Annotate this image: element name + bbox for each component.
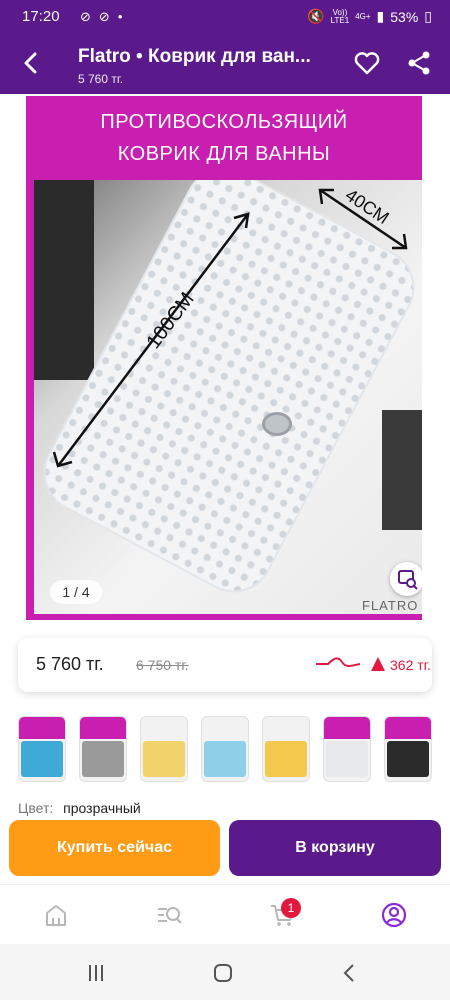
- mobile-data-indicator: 4G+: [355, 11, 371, 21]
- heart-icon[interactable]: [352, 48, 382, 78]
- back-arrow-icon[interactable]: [16, 48, 46, 78]
- price-up-triangle-icon: [371, 657, 385, 671]
- old-price: 6 750 тг.: [136, 657, 189, 673]
- color-selector: Цвет: прозрачный: [18, 800, 141, 816]
- product-title: Flatro • Коврик для ван...: [78, 46, 311, 67]
- signal-icon: ▮: [376, 8, 385, 24]
- status-time: 17:20: [22, 8, 60, 25]
- thumbnail-item[interactable]: [323, 716, 371, 782]
- status-right: 🔇 Vo)) LTE1 4G+ ▮ 53% ▯: [307, 8, 432, 25]
- battery-level: 53%: [390, 8, 419, 25]
- bottom-tab-bar: [0, 884, 450, 944]
- price-card[interactable]: 5 760 тг. 6 750 тг. 362 тг.: [18, 638, 432, 692]
- add-to-cart-button[interactable]: В корзину: [229, 820, 441, 876]
- cart-count-badge: 1: [281, 898, 301, 918]
- share-icon[interactable]: [404, 48, 434, 78]
- status-bar: 17:20 ⊘ ⊘ • 🔇 Vo)) LTE1 4G+ ▮ 53% ▯: [0, 0, 450, 34]
- thumbnail-item[interactable]: [18, 716, 66, 782]
- recent-apps-icon[interactable]: [84, 962, 108, 984]
- profile-icon[interactable]: [380, 901, 408, 929]
- thumbnail-strip: [18, 716, 450, 784]
- buy-now-button[interactable]: Купить сейчас: [9, 820, 220, 876]
- notification-icon-2: ⊘: [98, 9, 110, 24]
- system-back-icon[interactable]: [338, 962, 362, 984]
- length-label: 100СМ: [142, 288, 198, 353]
- app-bar: Flatro • Коврик для ван... 5 760 тг.: [0, 34, 450, 94]
- image-search-icon[interactable]: [390, 562, 422, 596]
- gallery-counter: 1 / 4: [50, 580, 102, 604]
- product-image-gallery[interactable]: ПРОТИВОСКОЛЬЗЯЩИЙ КОВРИК ДЛЯ ВАННЫ 100СМ…: [26, 96, 422, 620]
- color-value: прозрачный: [63, 800, 141, 816]
- brand-watermark: FLATRO: [362, 598, 419, 613]
- status-notification-icons: ⊘ ⊘ •: [80, 9, 122, 25]
- action-bar: Купить сейчас В корзину: [0, 818, 450, 884]
- thumbnail-item[interactable]: [262, 716, 310, 782]
- battery-icon: ▯: [424, 8, 432, 24]
- thumbnail-item[interactable]: [140, 716, 188, 782]
- notification-icon: ⊘: [80, 9, 91, 24]
- color-label: Цвет:: [18, 800, 54, 816]
- catalog-search-icon[interactable]: [155, 901, 183, 929]
- network-indicator: Vo)) LTE1: [330, 7, 350, 25]
- mute-icon: 🔇: [307, 8, 325, 24]
- thumbnail-item[interactable]: [201, 716, 249, 782]
- price-trend-icon: [316, 657, 361, 667]
- system-navigation-bar: [0, 944, 450, 1000]
- home-icon[interactable]: [42, 901, 70, 929]
- thumbnail-item[interactable]: [79, 716, 127, 782]
- current-price: 5 760 тг.: [36, 654, 104, 674]
- notification-icon-3: •: [117, 9, 123, 24]
- thumbnail-item[interactable]: [384, 716, 432, 782]
- dimension-arrows: 100СМ 40СМ: [52, 185, 408, 468]
- price-delta: 362 тг.: [390, 657, 431, 673]
- system-home-icon[interactable]: [211, 962, 235, 984]
- product-subtitle-price: 5 760 тг.: [78, 72, 124, 86]
